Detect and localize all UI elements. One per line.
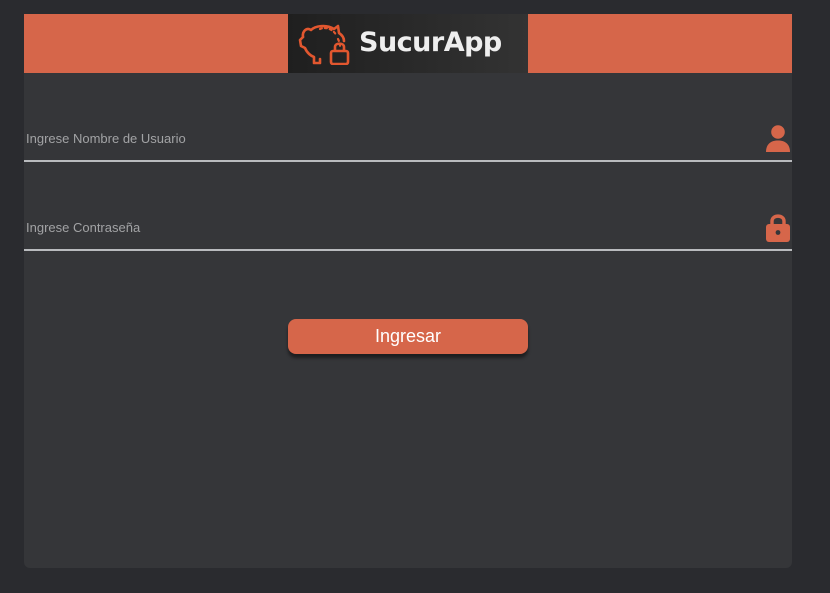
app-name: SucurApp [359,27,502,58]
username-field [24,120,792,162]
login-panel: SucurApp Ingresar [24,14,792,568]
login-button[interactable]: Ingresar [288,319,528,354]
password-input[interactable] [24,209,746,245]
piggy-bank-lock-icon [298,24,350,65]
logo: SucurApp [288,14,528,73]
user-icon [766,125,790,152]
lock-icon [766,214,790,242]
password-field [24,209,792,251]
username-input[interactable] [24,120,746,156]
header-bar: SucurApp [24,14,792,73]
